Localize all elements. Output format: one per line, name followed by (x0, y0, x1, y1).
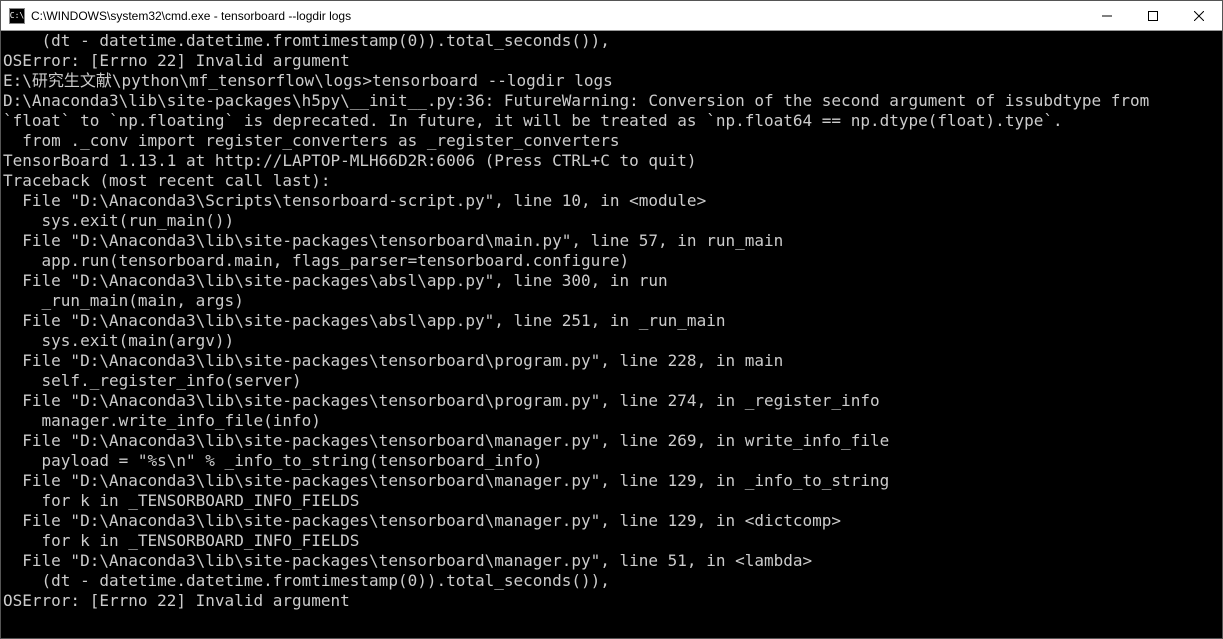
terminal-line: OSError: [Errno 22] Invalid argument (3, 51, 1220, 71)
cmd-icon: C:\ (9, 8, 25, 24)
terminal-line: from ._conv import register_converters a… (3, 131, 1220, 151)
cmd-window: C:\ C:\WINDOWS\system32\cmd.exe - tensor… (0, 0, 1223, 639)
terminal-line: File "D:\Anaconda3\lib\site-packages\ten… (3, 511, 1220, 531)
terminal-line: File "D:\Anaconda3\lib\site-packages\abs… (3, 311, 1220, 331)
terminal-line: self._register_info(server) (3, 371, 1220, 391)
terminal-line: File "D:\Anaconda3\lib\site-packages\abs… (3, 271, 1220, 291)
terminal-line: E:\研究生文献\python\mf_tensorflow\logs>tenso… (3, 71, 1220, 91)
terminal-line: OSError: [Errno 22] Invalid argument (3, 591, 1220, 611)
close-button[interactable] (1176, 1, 1222, 30)
terminal-line: _run_main(main, args) (3, 291, 1220, 311)
terminal-line: Traceback (most recent call last): (3, 171, 1220, 191)
terminal-line: (dt - datetime.datetime.fromtimestamp(0)… (3, 571, 1220, 591)
terminal-line: File "D:\Anaconda3\Scripts\tensorboard-s… (3, 191, 1220, 211)
terminal-line: sys.exit(main(argv)) (3, 331, 1220, 351)
maximize-button[interactable] (1130, 1, 1176, 30)
terminal-line: File "D:\Anaconda3\lib\site-packages\ten… (3, 471, 1220, 491)
terminal-line: File "D:\Anaconda3\lib\site-packages\ten… (3, 431, 1220, 451)
terminal-line: manager.write_info_file(info) (3, 411, 1220, 431)
terminal-line: TensorBoard 1.13.1 at http://LAPTOP-MLH6… (3, 151, 1220, 171)
terminal-line: `float` to `np.floating` is deprecated. … (3, 111, 1220, 131)
minimize-icon (1102, 11, 1112, 21)
terminal-line: File "D:\Anaconda3\lib\site-packages\ten… (3, 391, 1220, 411)
terminal-line: File "D:\Anaconda3\lib\site-packages\ten… (3, 551, 1220, 571)
minimize-button[interactable] (1084, 1, 1130, 30)
terminal-line: for k in _TENSORBOARD_INFO_FIELDS (3, 531, 1220, 551)
terminal-line: for k in _TENSORBOARD_INFO_FIELDS (3, 491, 1220, 511)
window-title: C:\WINDOWS\system32\cmd.exe - tensorboar… (31, 9, 1084, 23)
terminal-line: app.run(tensorboard.main, flags_parser=t… (3, 251, 1220, 271)
close-icon (1194, 11, 1204, 21)
window-controls (1084, 1, 1222, 30)
terminal-line: File "D:\Anaconda3\lib\site-packages\ten… (3, 231, 1220, 251)
terminal-line: D:\Anaconda3\lib\site-packages\h5py\__in… (3, 91, 1220, 111)
titlebar[interactable]: C:\ C:\WINDOWS\system32\cmd.exe - tensor… (1, 1, 1222, 31)
terminal-output[interactable]: (dt - datetime.datetime.fromtimestamp(0)… (1, 31, 1222, 638)
terminal-line: (dt - datetime.datetime.fromtimestamp(0)… (3, 31, 1220, 51)
terminal-line: File "D:\Anaconda3\lib\site-packages\ten… (3, 351, 1220, 371)
terminal-line: sys.exit(run_main()) (3, 211, 1220, 231)
terminal-line: payload = "%s\n" % _info_to_string(tenso… (3, 451, 1220, 471)
maximize-icon (1148, 11, 1158, 21)
